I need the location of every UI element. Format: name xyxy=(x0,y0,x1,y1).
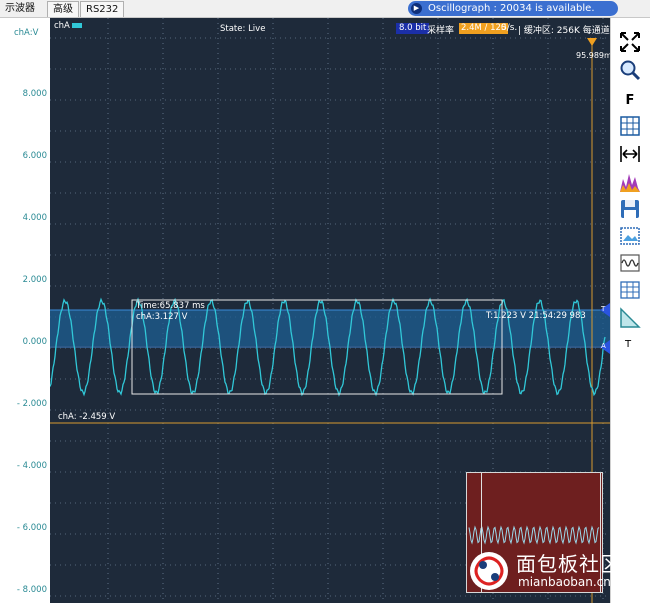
tool-sidebar: F T xyxy=(610,18,650,603)
trigger-text-button[interactable]: T xyxy=(625,339,631,350)
image-capture-icon xyxy=(620,227,640,245)
y-tick: - 8.000 xyxy=(16,585,47,595)
device-notice[interactable]: ▶ Oscillograph : 20034 is available. xyxy=(408,1,618,16)
y-tick: 8.000 xyxy=(22,89,47,99)
screenshot-button[interactable] xyxy=(617,224,643,248)
y-axis: chA:V 8.000 6.000 4.000 2.000 0.000 - 2.… xyxy=(0,18,50,603)
magnifier-icon xyxy=(620,60,641,81)
letter-f-icon: F xyxy=(625,92,635,108)
y-tick: - 2.000 xyxy=(16,399,47,409)
tab-rs232[interactable]: RS232 xyxy=(80,1,125,17)
set-square-icon xyxy=(620,307,641,328)
bit-depth-badge: 8.0 bit xyxy=(396,23,430,34)
reference-readout: chA: -2.459 V xyxy=(58,412,116,422)
watermark-en: mianbaoban.cn xyxy=(518,575,611,589)
channel-label[interactable]: chA xyxy=(54,21,82,31)
play-icon: ▶ xyxy=(411,3,422,14)
table-icon xyxy=(620,281,640,299)
freeze-button[interactable]: F xyxy=(617,88,643,112)
waveform-button[interactable] xyxy=(617,251,643,275)
tab-bar: 示波器 高级 RS232 ▶ Oscillograph : 20034 is a… xyxy=(0,0,650,18)
selection-time-readout: Time:65.837 ms xyxy=(136,301,205,311)
cursor-time-readout: 95.989ms xyxy=(576,51,610,60)
grid-button[interactable] xyxy=(617,114,643,138)
ruler-button[interactable] xyxy=(617,306,643,330)
device-notice-text: Oscillograph : 20034 is available. xyxy=(428,3,595,14)
state-readout: State: Live xyxy=(220,24,266,34)
span-arrows-icon xyxy=(620,146,640,162)
y-tick: - 4.000 xyxy=(16,461,47,471)
watermark-logo xyxy=(470,552,508,590)
y-tick: - 6.000 xyxy=(16,523,47,533)
tab-oscilloscope[interactable]: 示波器 xyxy=(0,1,40,17)
floppy-disk-icon xyxy=(621,200,639,218)
y-tick: 2.000 xyxy=(22,275,47,285)
y-tick: 4.000 xyxy=(22,213,47,223)
y-tick: 0.000 xyxy=(22,337,47,347)
y-tick: 6.000 xyxy=(22,151,47,161)
waveform-icon xyxy=(620,254,640,272)
fit-screen-button[interactable] xyxy=(617,30,643,54)
watermark: 面包板社区 mianbaoban.cn xyxy=(468,548,648,598)
buffer-readout: | 缓冲区: 256K 每通道 xyxy=(518,26,610,36)
trigger-readout: T:1.223 V 21:54:29 983 xyxy=(486,311,586,321)
time-cursor-marker xyxy=(587,38,597,46)
spectrum-button[interactable] xyxy=(617,170,643,194)
watermark-cn: 面包板社区 xyxy=(516,552,621,576)
table-button[interactable] xyxy=(617,278,643,302)
channel-a-marker-label: A xyxy=(601,342,606,350)
trigger-marker-label: T xyxy=(601,305,606,313)
channel-label-text: chA xyxy=(54,21,70,31)
grid-icon xyxy=(620,116,640,136)
channel-color-swatch xyxy=(71,23,82,28)
y-axis-unit: chA:V xyxy=(14,28,39,38)
sample-rate-label: 采样率 xyxy=(427,26,455,36)
histogram-icon xyxy=(620,174,640,192)
expand-arrows-icon xyxy=(620,32,640,52)
tab-advanced[interactable]: 高级 xyxy=(47,1,79,17)
zoom-button[interactable] xyxy=(617,58,643,82)
selection-voltage-readout: chA:3.127 V xyxy=(136,312,188,322)
sample-rate-unit: S/s. xyxy=(501,23,518,33)
save-button[interactable] xyxy=(617,197,643,221)
measure-span-button[interactable] xyxy=(617,142,643,166)
